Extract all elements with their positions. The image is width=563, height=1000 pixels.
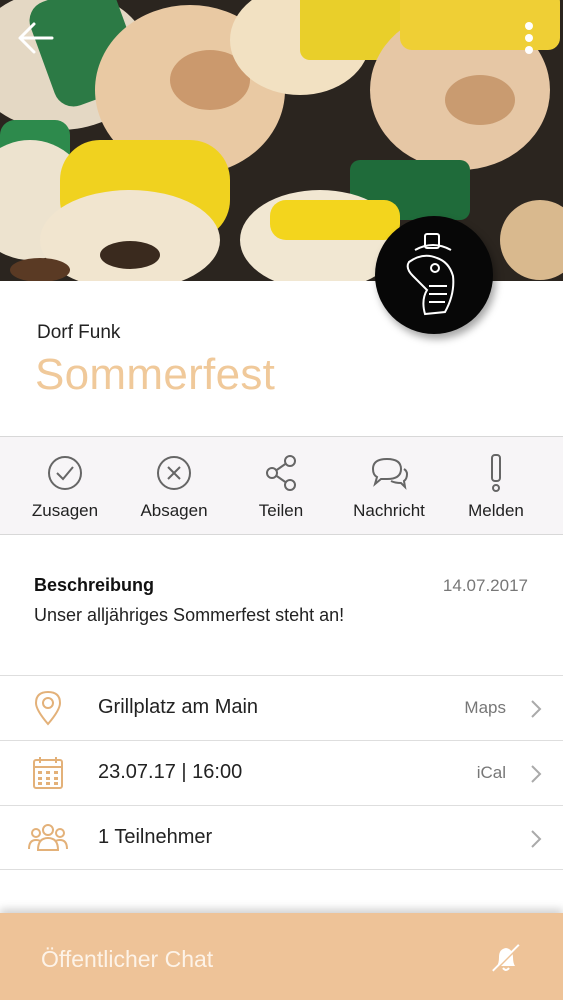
maps-link[interactable]: Maps (464, 698, 506, 718)
decline-label: Absagen (140, 501, 208, 520)
share-button[interactable]: Teilen (227, 437, 335, 536)
description-text: Unser alljähriges Sommerfest steht an! (34, 605, 345, 625)
decline-button[interactable]: Absagen (120, 437, 228, 536)
share-icon (266, 455, 296, 491)
date-text: 23.07.17 | 16:00 (98, 761, 243, 783)
report-label: Melden (468, 501, 524, 520)
calendar-icon (33, 757, 63, 789)
description-heading: Beschreibung (34, 575, 155, 595)
location-text: Grillplatz am Main (98, 696, 259, 718)
report-button[interactable]: Melden (442, 437, 550, 536)
public-chat-label: Öffentlicher Chat (41, 946, 214, 972)
chevron-right-icon (531, 830, 542, 848)
back-arrow-icon[interactable] (14, 16, 58, 60)
participants-text: 1 Teilnehmer (98, 826, 213, 848)
group-icon (28, 824, 68, 851)
message-label: Nachricht (353, 501, 425, 520)
organizer-avatar[interactable] (375, 216, 493, 334)
bell-muted-icon[interactable] (489, 941, 523, 975)
description-date: 14.07.2017 (442, 576, 528, 595)
x-circle-icon (157, 456, 191, 490)
location-pin-icon (34, 690, 62, 726)
accept-button[interactable]: Zusagen (11, 437, 119, 536)
action-bar: Zusagen Absagen Teilen Nachricht Melden (0, 436, 563, 535)
message-button[interactable]: Nachricht (335, 437, 443, 536)
chevron-right-icon (531, 765, 542, 783)
chat-bubbles-icon (371, 457, 409, 490)
accept-label: Zusagen (31, 501, 99, 520)
ical-link[interactable]: iCal (477, 763, 506, 783)
share-label: Teilen (258, 501, 304, 520)
organizer-name: Dorf Funk (37, 322, 121, 343)
chevron-right-icon (531, 700, 542, 718)
date-row[interactable]: 23.07.17 | 16:00 iCal (0, 740, 563, 805)
exclamation-icon (491, 454, 501, 492)
event-title: Sommerfest (35, 350, 276, 399)
more-vertical-icon[interactable] (514, 18, 544, 58)
participants-row[interactable]: 1 Teilnehmer (0, 805, 563, 870)
location-row[interactable]: Grillplatz am Main Maps (0, 675, 563, 740)
public-chat-bar[interactable]: Öffentlicher Chat (0, 913, 563, 1000)
check-circle-icon (48, 456, 82, 490)
